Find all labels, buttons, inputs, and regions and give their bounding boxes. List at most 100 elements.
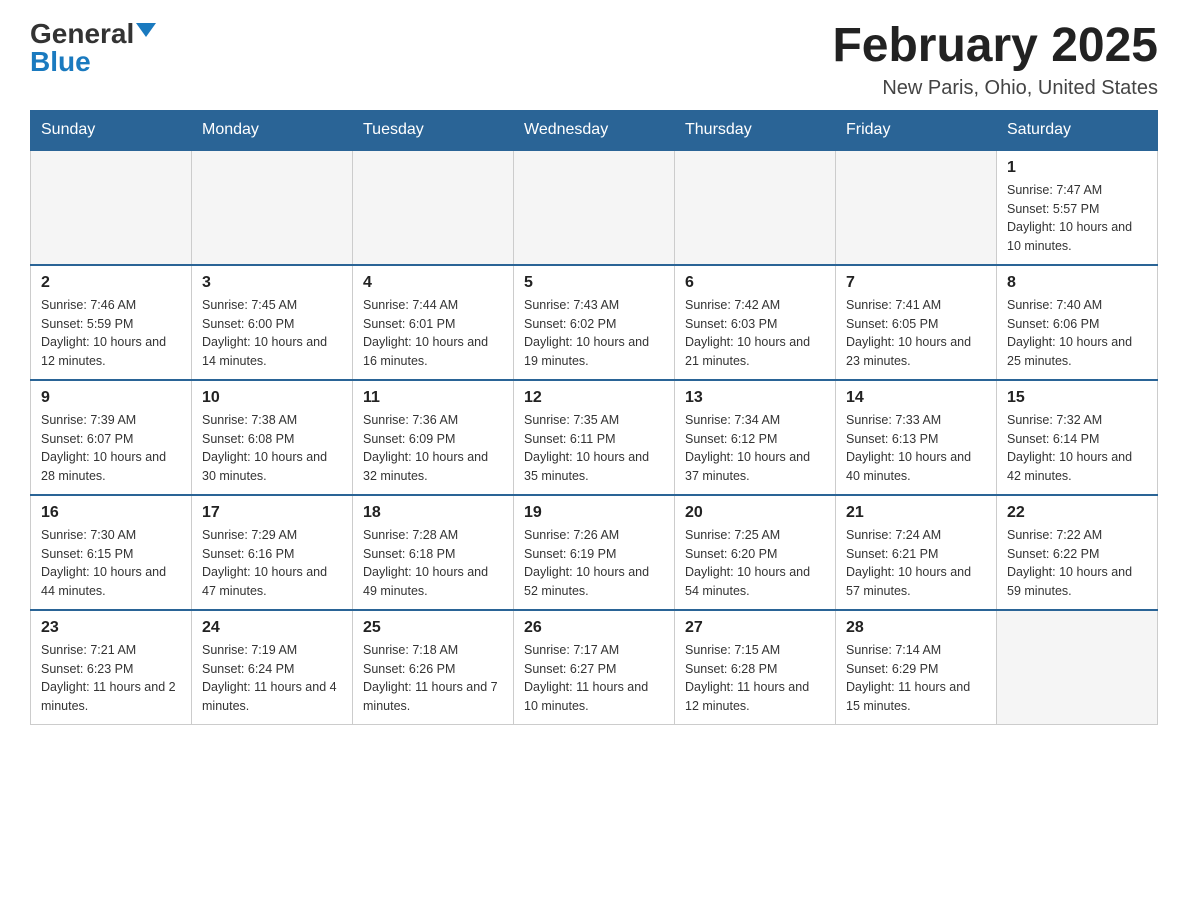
- calendar-week-row: 9Sunrise: 7:39 AMSunset: 6:07 PMDaylight…: [31, 380, 1158, 495]
- day-info: Sunrise: 7:45 AMSunset: 6:00 PMDaylight:…: [202, 296, 342, 371]
- day-number: 10: [202, 389, 342, 407]
- day-number: 27: [685, 619, 825, 637]
- day-info: Sunrise: 7:21 AMSunset: 6:23 PMDaylight:…: [41, 641, 181, 716]
- calendar-cell: 11 Sunrise: 7:36 AMSunset: 6:09 PMDayligh…: [353, 380, 514, 495]
- calendar-cell: 26 Sunrise: 7:17 AMSunset: 6:27 PMDayligh…: [514, 610, 675, 725]
- calendar-cell: 16 Sunrise: 7:30 AMSunset: 6:15 PMDayligh…: [31, 495, 192, 610]
- calendar-cell: 17 Sunrise: 7:29 AMSunset: 6:16 PMDayligh…: [192, 495, 353, 610]
- day-of-week-header: Thursday: [675, 110, 836, 150]
- calendar-week-row: 23 Sunrise: 7:21 AMSunset: 6:23 PMDayligh…: [31, 610, 1158, 725]
- day-info: Sunrise: 7:33 AMSunset: 6:13 PMDaylight:…: [846, 411, 986, 486]
- day-number: 16: [41, 504, 181, 522]
- calendar-cell: 5 Sunrise: 7:43 AMSunset: 6:02 PMDaylight…: [514, 265, 675, 380]
- day-number: 5: [524, 274, 664, 292]
- calendar-cell: 19 Sunrise: 7:26 AMSunset: 6:19 PMDayligh…: [514, 495, 675, 610]
- calendar-cell: 4 Sunrise: 7:44 AMSunset: 6:01 PMDaylight…: [353, 265, 514, 380]
- day-info: Sunrise: 7:44 AMSunset: 6:01 PMDaylight:…: [363, 296, 503, 371]
- calendar-cell: [192, 150, 353, 265]
- day-info: Sunrise: 7:30 AMSunset: 6:15 PMDaylight:…: [41, 526, 181, 601]
- day-info: Sunrise: 7:29 AMSunset: 6:16 PMDaylight:…: [202, 526, 342, 601]
- day-info: Sunrise: 7:46 AMSunset: 5:59 PMDaylight:…: [41, 296, 181, 371]
- day-number: 21: [846, 504, 986, 522]
- day-number: 4: [363, 274, 503, 292]
- calendar-cell: 3Sunrise: 7:45 AMSunset: 6:00 PMDaylight…: [192, 265, 353, 380]
- calendar-cell: 10 Sunrise: 7:38 AMSunset: 6:08 PMDayligh…: [192, 380, 353, 495]
- logo-blue: Blue: [30, 48, 91, 76]
- day-info: Sunrise: 7:42 AMSunset: 6:03 PMDaylight:…: [685, 296, 825, 371]
- day-info: Sunrise: 7:34 AMSunset: 6:12 PMDaylight:…: [685, 411, 825, 486]
- calendar-week-row: 1 Sunrise: 7:47 AMSunset: 5:57 PMDaylight…: [31, 150, 1158, 265]
- day-of-week-header: Monday: [192, 110, 353, 150]
- calendar-cell: 18Sunrise: 7:28 AMSunset: 6:18 PMDayligh…: [353, 495, 514, 610]
- day-info: Sunrise: 7:14 AMSunset: 6:29 PMDaylight:…: [846, 641, 986, 716]
- day-number: 18: [363, 504, 503, 522]
- calendar-cell: [31, 150, 192, 265]
- day-info: Sunrise: 7:36 AMSunset: 6:09 PMDaylight:…: [363, 411, 503, 486]
- calendar-header-row: SundayMondayTuesdayWednesdayThursdayFrid…: [31, 110, 1158, 150]
- day-info: Sunrise: 7:17 AMSunset: 6:27 PMDaylight:…: [524, 641, 664, 716]
- calendar-cell: [675, 150, 836, 265]
- day-info: Sunrise: 7:24 AMSunset: 6:21 PMDaylight:…: [846, 526, 986, 601]
- day-info: Sunrise: 7:19 AMSunset: 6:24 PMDaylight:…: [202, 641, 342, 716]
- calendar-cell: 23 Sunrise: 7:21 AMSunset: 6:23 PMDayligh…: [31, 610, 192, 725]
- day-info: Sunrise: 7:25 AMSunset: 6:20 PMDaylight:…: [685, 526, 825, 601]
- calendar-cell: 14 Sunrise: 7:33 AMSunset: 6:13 PMDayligh…: [836, 380, 997, 495]
- day-number: 11: [363, 389, 503, 407]
- day-number: 17: [202, 504, 342, 522]
- day-info: Sunrise: 7:38 AMSunset: 6:08 PMDaylight:…: [202, 411, 342, 486]
- day-info: Sunrise: 7:32 AMSunset: 6:14 PMDaylight:…: [1007, 411, 1147, 486]
- calendar-cell: 1 Sunrise: 7:47 AMSunset: 5:57 PMDaylight…: [997, 150, 1158, 265]
- day-info: Sunrise: 7:22 AMSunset: 6:22 PMDaylight:…: [1007, 526, 1147, 601]
- calendar-cell: 15 Sunrise: 7:32 AMSunset: 6:14 PMDayligh…: [997, 380, 1158, 495]
- day-number: 26: [524, 619, 664, 637]
- day-of-week-header: Sunday: [31, 110, 192, 150]
- day-number: 22: [1007, 504, 1147, 522]
- calendar-week-row: 2 Sunrise: 7:46 AMSunset: 5:59 PMDaylight…: [31, 265, 1158, 380]
- title-section: February 2025 New Paris, Ohio, United St…: [832, 20, 1158, 100]
- day-number: 24: [202, 619, 342, 637]
- day-number: 15: [1007, 389, 1147, 407]
- calendar-cell: [514, 150, 675, 265]
- calendar-cell: [353, 150, 514, 265]
- day-number: 6: [685, 274, 825, 292]
- month-title: February 2025: [832, 20, 1158, 73]
- day-number: 13: [685, 389, 825, 407]
- day-info: Sunrise: 7:43 AMSunset: 6:02 PMDaylight:…: [524, 296, 664, 371]
- calendar-cell: 7Sunrise: 7:41 AMSunset: 6:05 PMDaylight…: [836, 265, 997, 380]
- day-of-week-header: Saturday: [997, 110, 1158, 150]
- calendar-cell: [836, 150, 997, 265]
- day-number: 14: [846, 389, 986, 407]
- day-info: Sunrise: 7:26 AMSunset: 6:19 PMDaylight:…: [524, 526, 664, 601]
- calendar-cell: 8 Sunrise: 7:40 AMSunset: 6:06 PMDaylight…: [997, 265, 1158, 380]
- calendar-cell: 9Sunrise: 7:39 AMSunset: 6:07 PMDaylight…: [31, 380, 192, 495]
- day-number: 20: [685, 504, 825, 522]
- calendar-cell: 13 Sunrise: 7:34 AMSunset: 6:12 PMDayligh…: [675, 380, 836, 495]
- day-of-week-header: Wednesday: [514, 110, 675, 150]
- calendar-week-row: 16 Sunrise: 7:30 AMSunset: 6:15 PMDayligh…: [31, 495, 1158, 610]
- day-number: 25: [363, 619, 503, 637]
- day-of-week-header: Friday: [836, 110, 997, 150]
- calendar-cell: 25Sunrise: 7:18 AMSunset: 6:26 PMDayligh…: [353, 610, 514, 725]
- calendar: SundayMondayTuesdayWednesdayThursdayFrid…: [30, 110, 1158, 725]
- day-info: Sunrise: 7:35 AMSunset: 6:11 PMDaylight:…: [524, 411, 664, 486]
- day-info: Sunrise: 7:47 AMSunset: 5:57 PMDaylight:…: [1007, 181, 1147, 256]
- day-info: Sunrise: 7:15 AMSunset: 6:28 PMDaylight:…: [685, 641, 825, 716]
- day-number: 7: [846, 274, 986, 292]
- calendar-cell: 27 Sunrise: 7:15 AMSunset: 6:28 PMDayligh…: [675, 610, 836, 725]
- day-number: 12: [524, 389, 664, 407]
- day-number: 1: [1007, 159, 1147, 177]
- logo-general: General: [30, 20, 134, 48]
- day-number: 19: [524, 504, 664, 522]
- day-number: 23: [41, 619, 181, 637]
- day-number: 2: [41, 274, 181, 292]
- day-info: Sunrise: 7:40 AMSunset: 6:06 PMDaylight:…: [1007, 296, 1147, 371]
- calendar-cell: 22 Sunrise: 7:22 AMSunset: 6:22 PMDayligh…: [997, 495, 1158, 610]
- day-of-week-header: Tuesday: [353, 110, 514, 150]
- calendar-cell: 2 Sunrise: 7:46 AMSunset: 5:59 PMDaylight…: [31, 265, 192, 380]
- day-number: 28: [846, 619, 986, 637]
- day-number: 9: [41, 389, 181, 407]
- calendar-cell: 12 Sunrise: 7:35 AMSunset: 6:11 PMDayligh…: [514, 380, 675, 495]
- calendar-cell: 21 Sunrise: 7:24 AMSunset: 6:21 PMDayligh…: [836, 495, 997, 610]
- day-number: 8: [1007, 274, 1147, 292]
- logo-triangle-icon: [136, 23, 156, 37]
